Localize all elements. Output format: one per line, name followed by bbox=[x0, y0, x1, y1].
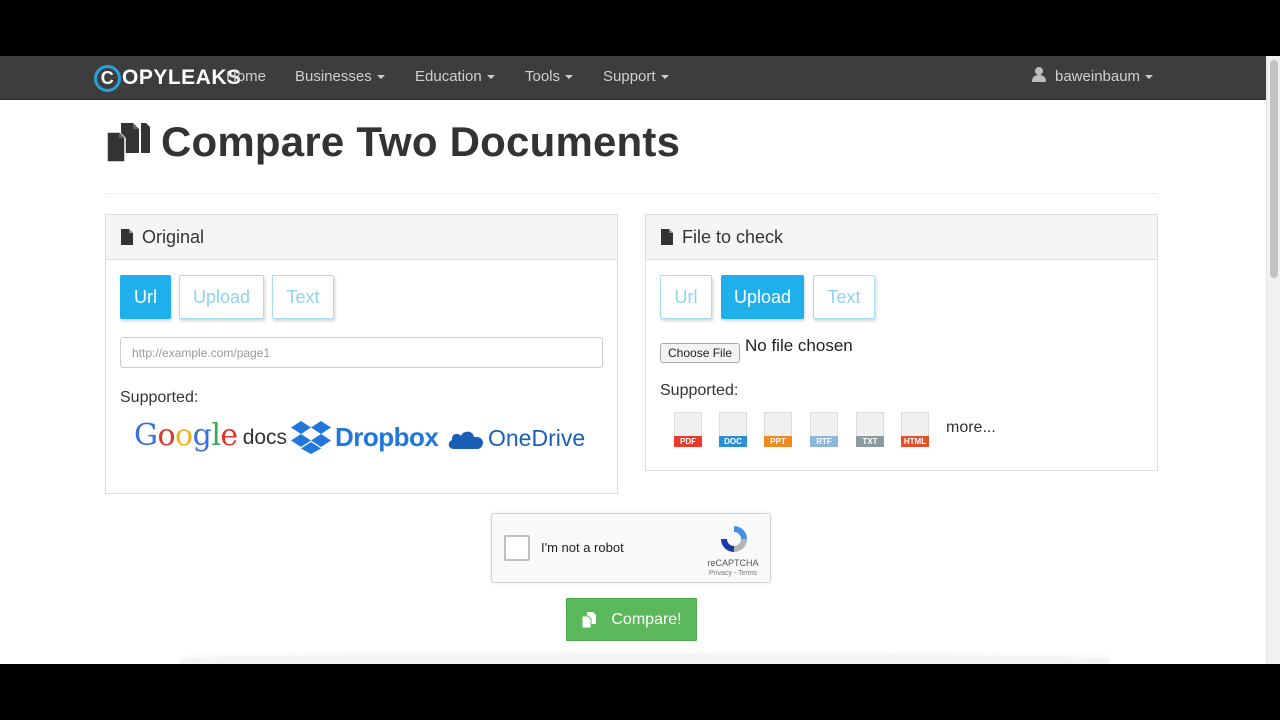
scrollbar-thumb[interactable] bbox=[1270, 60, 1278, 278]
check-tab-url[interactable]: Url bbox=[660, 275, 712, 319]
logo-c-letter: C bbox=[94, 64, 121, 92]
logo-text: OPYLEAKS bbox=[122, 66, 242, 89]
caret-down-icon bbox=[660, 75, 669, 80]
nav-support-label: Support bbox=[603, 68, 656, 85]
nav-support[interactable]: Support bbox=[603, 56, 669, 100]
doc-file-icon: DOC bbox=[719, 412, 747, 448]
documents-icon bbox=[105, 119, 151, 165]
copyleaks-logo[interactable]: C OPYLEAKS bbox=[94, 64, 242, 92]
top-navbar: C OPYLEAKS Home Businesses Education Too… bbox=[0, 56, 1266, 100]
caret-down-icon bbox=[1145, 75, 1154, 80]
original-panel: Original Url Upload Text Supported: Goog… bbox=[105, 214, 618, 494]
recaptcha-logo-icon bbox=[721, 526, 747, 552]
caret-down-icon bbox=[376, 75, 385, 80]
title-divider bbox=[105, 193, 1158, 194]
original-tab-upload[interactable]: Upload bbox=[179, 275, 264, 319]
nav-home-label: Home bbox=[226, 68, 267, 85]
original-tab-text[interactable]: Text bbox=[272, 275, 334, 319]
file-to-check-heading: File to check bbox=[646, 215, 1157, 260]
dropbox-wordmark: Dropbox bbox=[335, 421, 439, 452]
txt-file-icon: TXT bbox=[856, 412, 884, 448]
cloud-icon bbox=[448, 431, 484, 449]
pdf-label: PDF bbox=[674, 436, 702, 447]
user-icon bbox=[1032, 67, 1046, 82]
recaptcha-brand: reCAPTCHA bbox=[707, 558, 759, 568]
caret-down-icon bbox=[565, 75, 574, 80]
compare-button-label: Compare! bbox=[611, 610, 682, 628]
onedrive-logo: OneDrive bbox=[446, 425, 585, 452]
google-wordmark: Google bbox=[134, 418, 238, 453]
ppt-label: PPT bbox=[764, 436, 792, 447]
original-tab-url[interactable]: Url bbox=[120, 275, 171, 319]
txt-label: TXT bbox=[856, 436, 884, 447]
onedrive-wordmark: OneDrive bbox=[488, 425, 586, 451]
file-icon bbox=[121, 229, 133, 245]
check-supported-label: Supported: bbox=[660, 382, 739, 399]
file-to-check-panel: File to check Url Upload Text Choose Fil… bbox=[645, 214, 1158, 471]
nav-home[interactable]: Home bbox=[226, 56, 266, 100]
ppt-file-icon: PPT bbox=[764, 412, 792, 448]
original-heading-text: Original bbox=[142, 226, 205, 247]
recaptcha-label: I'm not a robot bbox=[541, 540, 624, 555]
original-supported-label: Supported: bbox=[120, 389, 199, 406]
user-menu[interactable]: baweinbaum bbox=[1032, 56, 1154, 100]
compare-documents-icon bbox=[581, 611, 597, 628]
recaptcha-terms-link[interactable]: Privacy - Terms bbox=[702, 570, 764, 577]
recaptcha-checkbox[interactable] bbox=[504, 535, 530, 561]
dropbox-logo: Dropbox bbox=[290, 419, 439, 455]
html-file-icon: HTML bbox=[901, 412, 929, 448]
footer-edge bbox=[180, 654, 1110, 664]
html-label: HTML bbox=[901, 436, 929, 447]
nav-businesses[interactable]: Businesses bbox=[295, 56, 385, 100]
nav-tools[interactable]: Tools bbox=[525, 56, 574, 100]
nav-businesses-label: Businesses bbox=[295, 68, 372, 85]
nav-education-label: Education bbox=[415, 68, 482, 85]
recaptcha-widget: I'm not a robot reCAPTCHA Privacy - Term… bbox=[491, 513, 771, 583]
compare-button[interactable]: Compare! bbox=[566, 598, 697, 641]
check-tab-text[interactable]: Text bbox=[813, 275, 875, 319]
nav-education[interactable]: Education bbox=[415, 56, 495, 100]
check-tab-upload[interactable]: Upload bbox=[721, 275, 804, 319]
nav-tools-label: Tools bbox=[525, 68, 561, 85]
page-title: Compare Two Documents bbox=[105, 118, 680, 166]
google-docs-logo: Google docs bbox=[134, 418, 287, 453]
pdf-file-icon: PDF bbox=[674, 412, 702, 448]
browser-viewport: C OPYLEAKS Home Businesses Education Too… bbox=[0, 56, 1280, 664]
page-title-text: Compare Two Documents bbox=[161, 118, 681, 165]
caret-down-icon bbox=[486, 75, 495, 80]
more-formats-link[interactable]: more... bbox=[946, 419, 996, 437]
choose-file-button[interactable]: Choose File bbox=[660, 343, 741, 363]
file-icon bbox=[661, 229, 673, 245]
original-panel-heading: Original bbox=[106, 215, 617, 260]
original-url-input[interactable] bbox=[120, 337, 603, 368]
file-to-check-heading-text: File to check bbox=[682, 226, 784, 247]
no-file-chosen-text: No file chosen bbox=[745, 336, 853, 355]
user-name: baweinbaum bbox=[1055, 68, 1141, 85]
doc-label: DOC bbox=[719, 436, 747, 447]
rtf-label: RTF bbox=[810, 436, 838, 447]
dropbox-icon bbox=[291, 421, 331, 454]
rtf-file-icon: RTF bbox=[810, 412, 838, 448]
page-scrollbar[interactable] bbox=[1266, 56, 1280, 664]
google-docs-word: docs bbox=[242, 426, 288, 449]
